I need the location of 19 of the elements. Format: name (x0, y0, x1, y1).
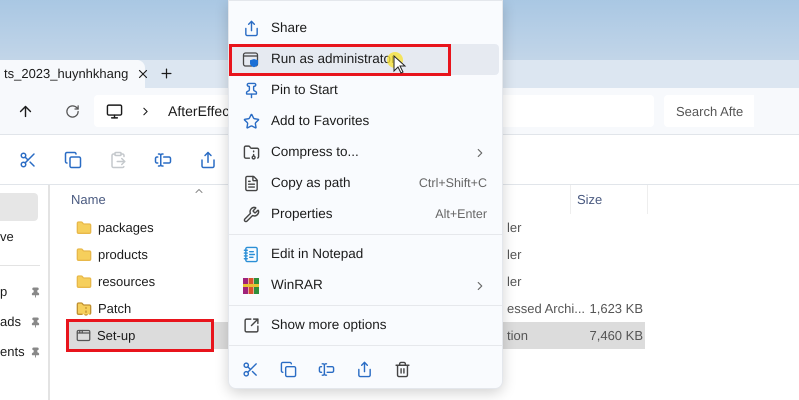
sidebar-label: p (0, 283, 8, 302)
sidebar-label: ents (0, 343, 25, 362)
file-type: ler (507, 220, 522, 235)
file-name: products (98, 246, 148, 264)
shortcut-text: Ctrl+Shift+C (418, 175, 487, 192)
file-name: packages (98, 218, 154, 237)
file-name: Patch (98, 300, 132, 318)
sidebar-label: ads (0, 313, 21, 332)
shortcut-text: Alt+Enter (435, 206, 487, 224)
file-size: 7,460 KB (590, 328, 643, 343)
sidebar-label: ve (0, 228, 14, 246)
file-type: essed Archi... (507, 300, 586, 316)
tab-title: ts_2023_huynhkhang (4, 65, 128, 84)
file-type: ler (507, 274, 522, 289)
file-type: tion (507, 328, 528, 343)
file-type: ler (507, 246, 522, 262)
file-size: 1,623 KB (590, 300, 643, 316)
file-name: Set-up (97, 326, 136, 345)
file-name: resources (98, 272, 156, 291)
